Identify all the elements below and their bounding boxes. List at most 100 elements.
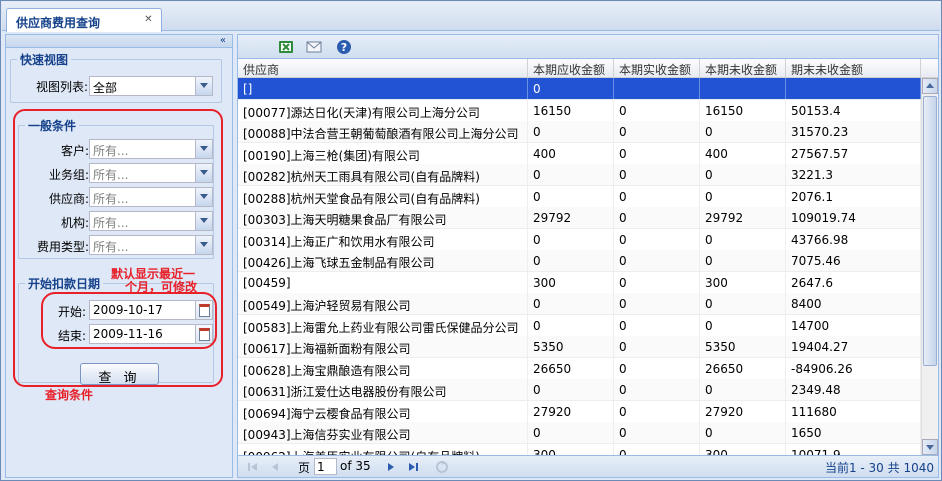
table-cell [614,78,700,99]
table-cell: 0 [614,293,700,314]
table-cell: 0 [700,185,786,207]
mail-icon[interactable] [306,39,322,55]
table-row[interactable]: [00282]杭州天工雨具有限公司(自有品牌料) 0 0 0 3221.3 [238,164,921,186]
table-row[interactable]: [00303]上海天明糖果食品厂有限公司 29792 0 29792 109019.74 [238,207,921,229]
column-header[interactable]: 本期实收金额 [614,59,700,78]
table-row[interactable]: [00426]上海飞球五金制品有限公司 0 0 0 7075.46 [238,250,921,272]
excel-export-icon[interactable] [278,39,294,55]
table-cell: 0 [614,314,700,336]
table-cell: 0 [700,228,786,250]
grid-header: 供应商 本期应收金额 本期实收金额 本期未收金额 期末未收金额 [238,59,938,78]
table-row[interactable]: [00583]上海雷允上药业有限公司雷氏保健品分公司 0 0 0 14700 [238,314,921,337]
table-cell: [00943]上海信芬实业有限公司 [238,422,528,443]
table-cell: 43766.98 [786,228,921,250]
table-cell: 1650 [786,422,921,443]
table-cell: 0 [528,250,614,271]
scroll-down-icon[interactable] [922,439,938,455]
table-cell: 5350 [528,336,614,357]
table-cell: [00617]上海福新面粉有限公司 [238,336,528,357]
table-row[interactable]: [00943]上海信芬实业有限公司 0 0 0 1650 [238,422,921,444]
table-row[interactable]: [00190]上海三枪(集团)有限公司 400 0 400 27567.57 [238,142,921,165]
table-cell: 300 [528,443,614,455]
table-row[interactable]: [00617]上海福新面粉有限公司 5350 0 5350 19404.27 [238,336,921,358]
annotation-note-line2: 个月，可修改 [125,280,198,294]
table-cell: 26650 [528,357,614,379]
table-cell: 10071.9 [786,443,921,455]
view-list-select[interactable]: 全部 [89,76,213,96]
table-row[interactable]: [00288]杭州天堂食品有限公司(自有品牌料) 0 0 0 2076.1 [238,185,921,208]
table-cell: 0 [614,379,700,400]
table-cell: 3221.3 [786,164,921,185]
table-cell: 0 [614,99,700,121]
table-row[interactable]: [00628]上海宝鼎酿造有限公司 26650 0 26650 -84906.26 [238,357,921,380]
table-cell: 0 [528,379,614,400]
tab-supplier-fee-query[interactable]: 供应商费用查询 ✕ [6,8,162,32]
table-row[interactable]: [00459] 300 0 300 2647.6 [238,271,921,294]
table-cell [700,78,786,99]
collapse-icon[interactable]: « [6,35,232,48]
table-cell: 14700 [786,314,921,336]
table-cell: 300 [700,271,786,293]
table-cell: 0 [614,400,700,422]
table-cell: 2349.48 [786,379,921,400]
table-row[interactable]: [00549]上海沪轻贸易有限公司 0 0 0 8400 [238,293,921,315]
table-cell: 0 [528,185,614,207]
quick-view-legend: 快速视图 [20,53,69,67]
scroll-thumb[interactable] [923,96,937,366]
table-cell: 0 [700,121,786,142]
table-cell: 29792 [700,207,786,228]
table-cell: 0 [614,336,700,357]
window-frame: 供应商费用查询 ✕ « 快速视图 视图列表: 全部 一般条件 客户: 所有... … [0,0,942,481]
table-cell: [00077]源达日化(天津)有限公司上海分公司 [238,99,528,121]
table-cell: 0 [614,271,700,293]
table-row[interactable]: [] 0 [238,78,921,100]
results-panel: ? 供应商 本期应收金额 本期实收金额 本期未收金额 期末未收金额 [] 0 [00077]… [237,34,939,478]
scroll-up-icon[interactable] [922,78,938,94]
table-cell: 0 [614,185,700,207]
view-list-label: 视图列表: [35,80,88,94]
annotation-query-conditions: 查询条件 [45,388,94,402]
column-header[interactable]: 本期未收金额 [700,59,786,78]
chevron-down-icon[interactable] [195,77,212,95]
table-cell: [00088]中法合营王朝葡萄酿酒有限公司上海分公司 [238,121,528,142]
refresh-icon[interactable] [435,460,449,474]
table-cell: 300 [528,271,614,293]
table-cell: 7075.46 [786,250,921,271]
table-cell: 16150 [528,99,614,121]
tab-label: 供应商费用查询 [16,16,101,30]
vertical-scrollbar[interactable] [921,78,938,455]
help-icon[interactable]: ? [336,39,352,55]
table-row[interactable]: [00962]上海美臣实业有限公司(自有品牌料)300030010071.9 [238,443,921,455]
table-row[interactable]: [00314]上海正广和饮用水有限公司 0 0 0 43766.98 [238,228,921,251]
column-header[interactable]: 本期应收金额 [528,59,614,78]
view-list-value: 全部 [93,81,118,95]
table-cell: 8400 [786,293,921,314]
table-cell: 19404.27 [786,336,921,357]
page-number-input[interactable]: 1 [314,458,337,475]
table-cell: 0 [700,164,786,185]
table-cell: 29792 [528,207,614,228]
table-cell: 109019.74 [786,207,921,228]
table-row[interactable]: [00077]源达日化(天津)有限公司上海分公司 16150 0 16150 50153… [238,99,921,122]
table-cell: 0 [614,357,700,379]
table-cell: [00288]杭州天堂食品有限公司(自有品牌料) [238,185,528,207]
table-cell: 300 [700,443,786,455]
first-page-icon[interactable] [246,460,260,474]
table-row[interactable]: [00088]中法合营王朝葡萄酿酒有限公司上海分公司 0 0 0 31570.23 [238,121,921,143]
table-cell: 0 [614,443,700,455]
close-icon[interactable]: ✕ [143,15,154,26]
table-cell: [00314]上海正广和饮用水有限公司 [238,228,528,250]
last-page-icon[interactable] [406,460,420,474]
next-page-icon[interactable] [384,460,398,474]
table-cell: 400 [700,142,786,164]
tab-bar: 供应商费用查询 ✕ [2,2,940,32]
table-row[interactable]: [00694]海宁云樱食品有限公司 27920 0 27920 111680 [238,400,921,423]
prev-page-icon[interactable] [268,460,282,474]
table-cell: [00628]上海宝鼎酿造有限公司 [238,357,528,379]
table-cell: [] [238,78,528,99]
table-cell [786,78,921,99]
table-row[interactable]: [00631]浙江爱仕达电器股份有限公司 0 0 0 2349.48 [238,379,921,401]
query-button[interactable]: 查 询 [80,363,159,386]
column-header[interactable]: 供应商 [238,59,528,78]
column-header[interactable]: 期末未收金额 [786,59,921,78]
